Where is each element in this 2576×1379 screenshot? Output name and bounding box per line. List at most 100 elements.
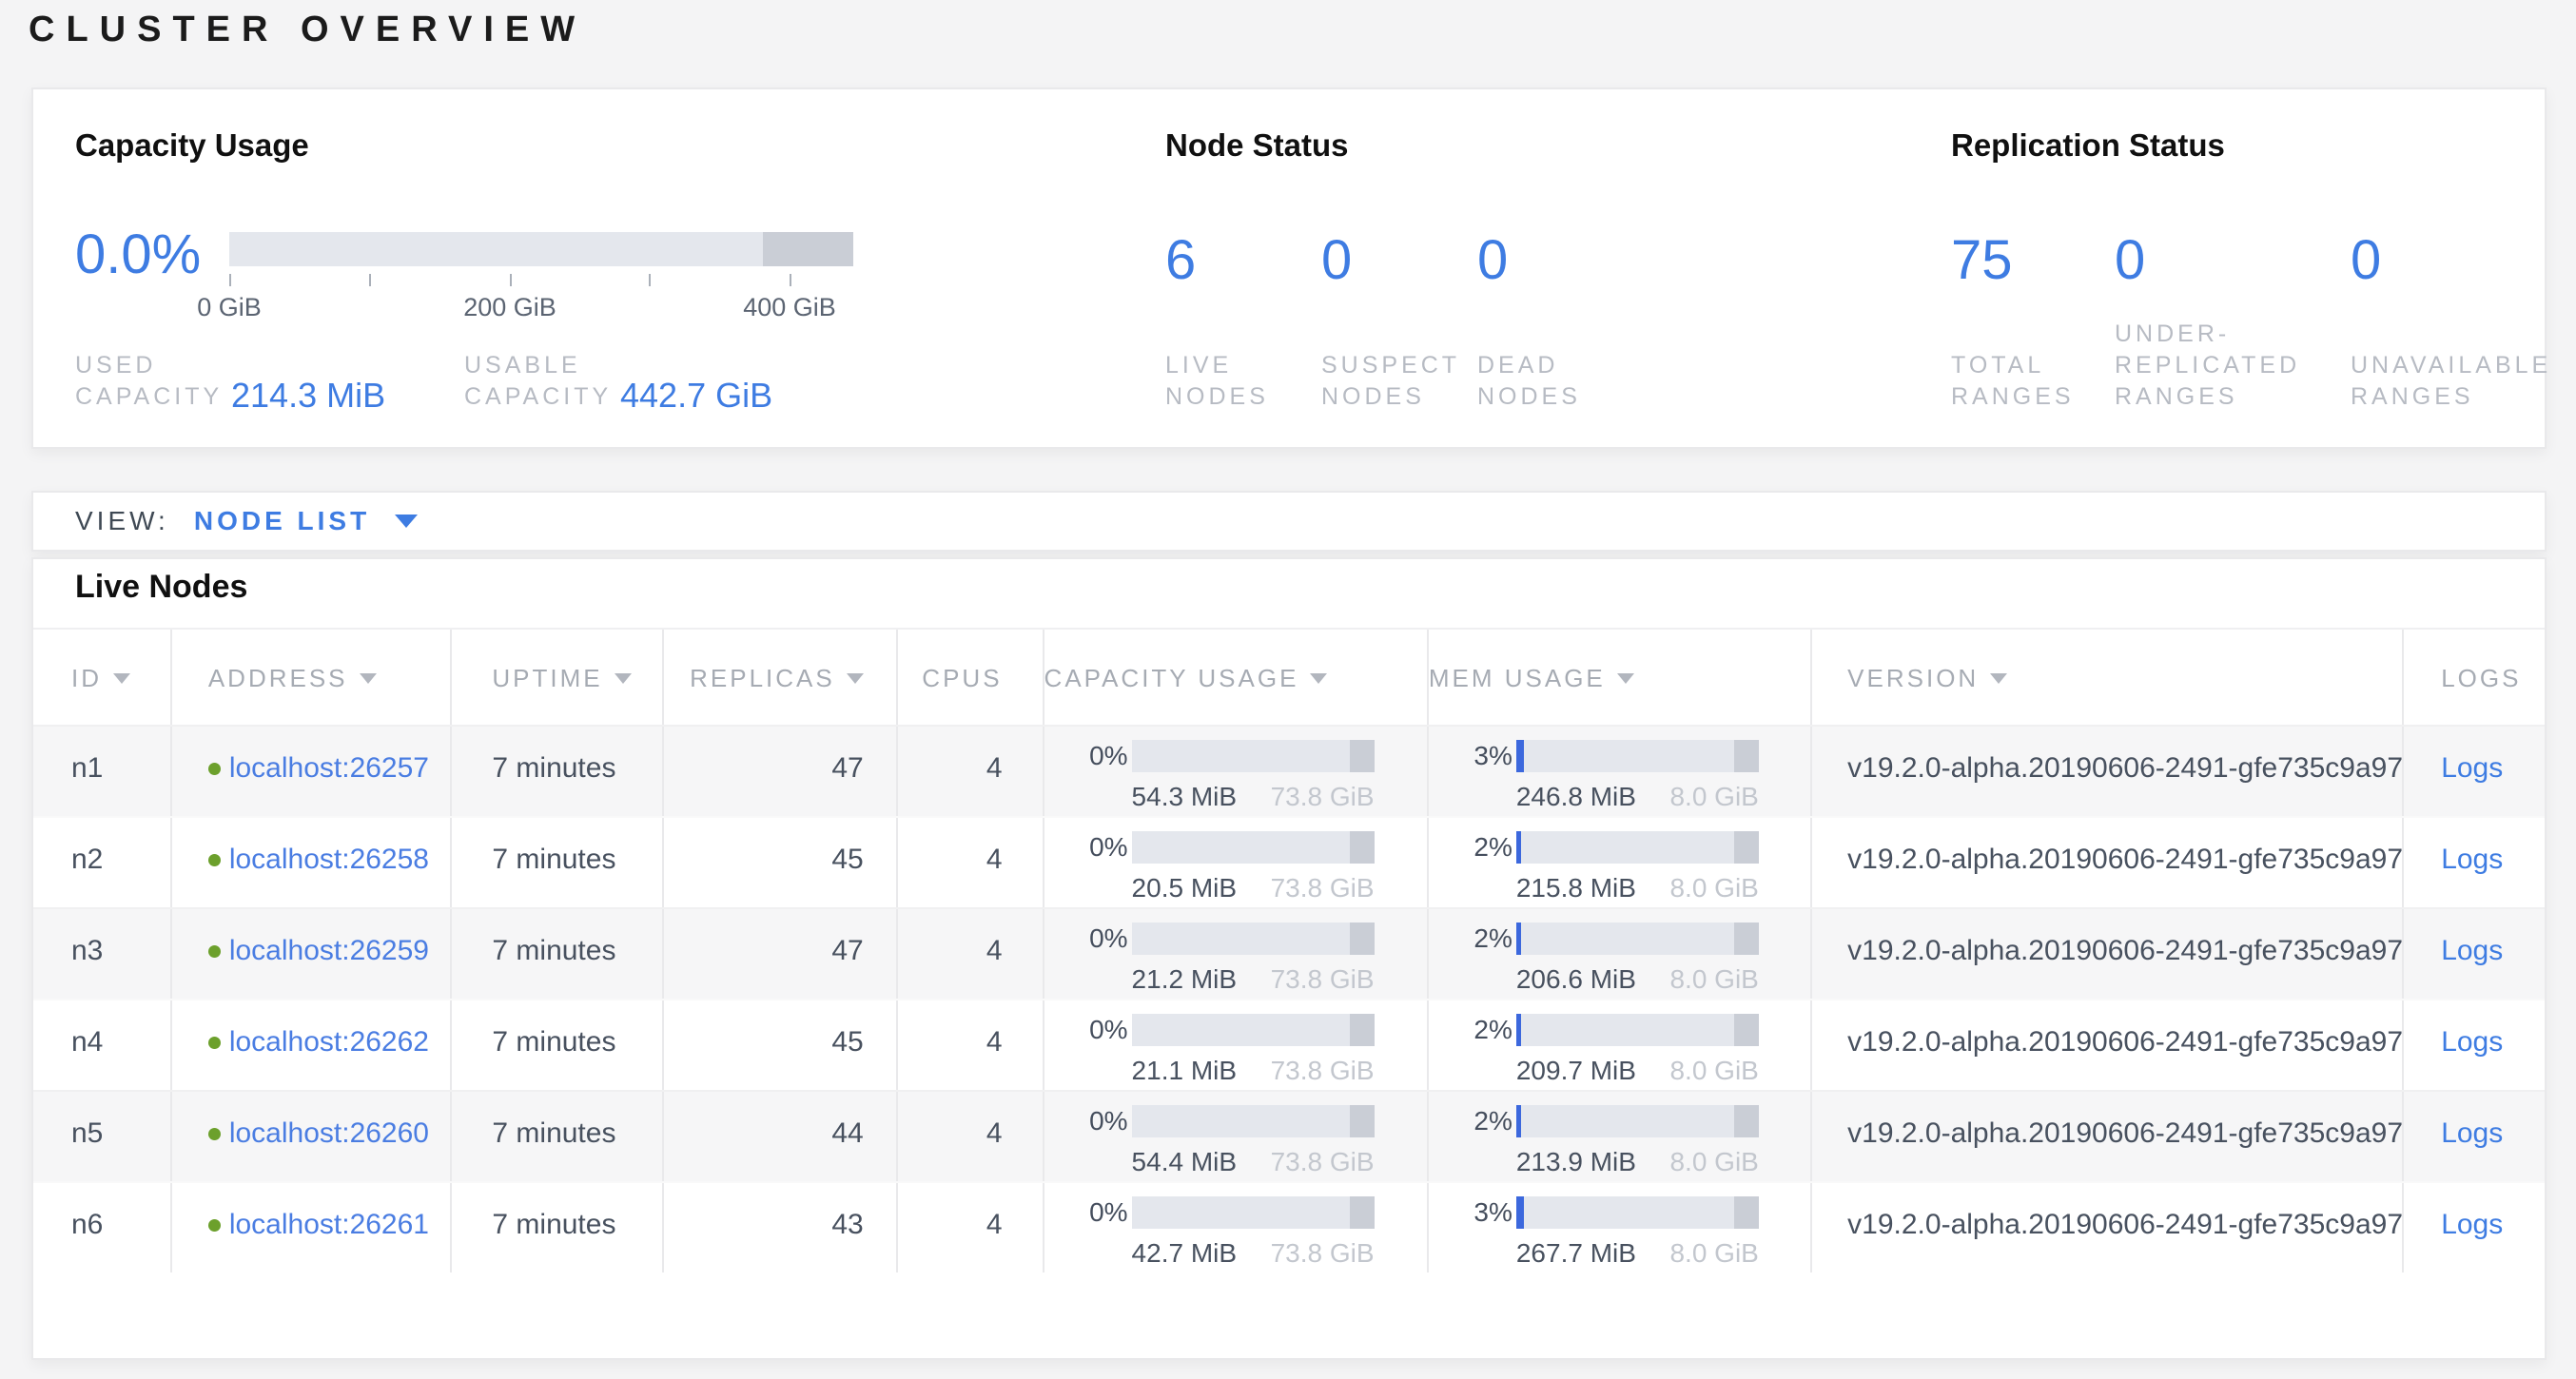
header-cell-mem-usage[interactable]: MEM USAGE bbox=[1427, 630, 1810, 727]
usage-used-value: 267.7 MiB bbox=[1516, 1239, 1636, 1268]
usage-bar-wrap: 206.6 MiB8.0 GiB bbox=[1516, 923, 1759, 999]
usage-values: 213.9 MiB8.0 GiB bbox=[1516, 1148, 1759, 1176]
usage-used-value: 215.8 MiB bbox=[1516, 874, 1636, 903]
view-selector-bar: VIEW: NODE LIST bbox=[31, 491, 2547, 552]
header-label: ADDRESS bbox=[208, 664, 348, 693]
capacity-usage-cell: 0%54.3 MiB73.8 GiB bbox=[1043, 727, 1427, 816]
usage-bar bbox=[1132, 1196, 1375, 1229]
header-cell-version[interactable]: VERSION bbox=[1810, 630, 2402, 727]
usage-percent: 2% bbox=[1448, 923, 1516, 999]
usage-bar-used-segment bbox=[1516, 740, 1524, 772]
header-cell-capacity-usage[interactable]: CAPACITY USAGE bbox=[1043, 630, 1427, 727]
usage-bar-reserved-segment bbox=[1350, 1014, 1375, 1046]
stat-label: TOTALRANGES bbox=[1951, 350, 2115, 413]
stat-label-line: NODES bbox=[1321, 381, 1477, 413]
capacity-usage-chart: 0 GiB200 GiB400 GiB bbox=[229, 232, 853, 329]
table-row: n1localhost:262577 minutes4740%54.3 MiB7… bbox=[33, 725, 2545, 816]
usage-bar-reserved-segment bbox=[1734, 1014, 1759, 1046]
usage-bar-used-segment bbox=[1516, 831, 1521, 864]
usage-values: 209.7 MiB8.0 GiB bbox=[1516, 1057, 1759, 1085]
cell-id: n2 bbox=[33, 818, 170, 907]
sort-desc-icon bbox=[847, 673, 864, 684]
address-link[interactable]: localhost:26261 bbox=[229, 1209, 429, 1240]
address-link[interactable]: localhost:26258 bbox=[229, 844, 429, 875]
usage-percent: 0% bbox=[1064, 1014, 1132, 1090]
cell-cpus: 4 bbox=[896, 818, 1043, 907]
header-cell-uptime[interactable]: UPTIME bbox=[450, 630, 662, 727]
usage-bar-wrap: 267.7 MiB8.0 GiB bbox=[1516, 1196, 1759, 1272]
usage-bar-wrap: 215.8 MiB 8.0 GiB bbox=[1516, 831, 1759, 907]
capacity-usage-cell: 0%42.7 MiB73.8 GiB bbox=[1043, 1183, 1427, 1272]
stat-label-line: CAPACITY bbox=[464, 381, 620, 413]
usage-percent: 2% bbox=[1448, 831, 1516, 907]
stat-label-line: UNDER- bbox=[2115, 319, 2351, 350]
cell-version: v19.2.0-alpha.20190606-2491-gfe735c9a97 bbox=[1810, 727, 2402, 816]
cell-logs: Logs bbox=[2402, 727, 2545, 816]
usage-bar-reserved-segment bbox=[1734, 1105, 1759, 1137]
usage-used-value: 213.9 MiB bbox=[1516, 1148, 1636, 1176]
address-link[interactable]: localhost:26257 bbox=[229, 752, 429, 784]
cell-version: v19.2.0-alpha.20190606-2491-gfe735c9a97 bbox=[1810, 1183, 2402, 1272]
logs-link[interactable]: Logs bbox=[2441, 752, 2503, 784]
node-status-title: Node Status bbox=[1165, 127, 1349, 164]
table-row: n6localhost:262617 minutes4340%42.7 MiB7… bbox=[33, 1181, 2545, 1272]
stat: 0UNDER-REPLICATEDRANGES bbox=[2115, 232, 2351, 413]
stat: 6LIVENODES bbox=[1165, 232, 1321, 413]
cell-version: v19.2.0-alpha.20190606-2491-gfe735c9a97 bbox=[1810, 909, 2402, 999]
table-body: n1localhost:262577 minutes4740%54.3 MiB7… bbox=[33, 725, 2545, 1272]
header-label: LOGS bbox=[2441, 664, 2521, 693]
live-nodes-card: Live Nodes IDADDRESSUPTIMEREPLICASCPUSCA… bbox=[31, 557, 2547, 1360]
usage-bar-wrap: 42.7 MiB73.8 GiB bbox=[1132, 1196, 1375, 1272]
usage-bar-used-segment bbox=[1516, 1014, 1521, 1046]
stat-label: LIVENODES bbox=[1165, 350, 1321, 413]
chevron-down-icon[interactable] bbox=[395, 515, 418, 528]
usage-used-value: 20.5 MiB bbox=[1132, 874, 1238, 903]
stat-label: SUSPECTNODES bbox=[1321, 350, 1477, 413]
table-row: n2localhost:262587 minutes4540%20.5 MiB7… bbox=[33, 816, 2545, 907]
header-cell-address[interactable]: ADDRESS bbox=[170, 630, 451, 727]
usage-values: 21.1 MiB73.8 GiB bbox=[1132, 1057, 1375, 1085]
usage-values: 42.7 MiB73.8 GiB bbox=[1132, 1239, 1375, 1268]
stat-label: DEADNODES bbox=[1477, 350, 1633, 413]
stat: 0DEADNODES bbox=[1477, 232, 1633, 413]
usage-used-value: 54.4 MiB bbox=[1132, 1148, 1238, 1176]
sort-desc-icon bbox=[1617, 673, 1634, 684]
view-selector[interactable]: NODE LIST bbox=[194, 506, 370, 536]
logs-link[interactable]: Logs bbox=[2441, 935, 2503, 966]
usage-percent: 2% bbox=[1448, 1105, 1516, 1181]
usage-total-value: 8.0 GiB bbox=[1669, 874, 1758, 903]
cell-replicas: 44 bbox=[662, 1092, 896, 1181]
stat-label-line: RANGES bbox=[2351, 381, 2551, 413]
cell-version: v19.2.0-alpha.20190606-2491-gfe735c9a97 bbox=[1810, 1092, 2402, 1181]
node-health-dot-icon bbox=[208, 1219, 221, 1232]
usage-total-value: 73.8 GiB bbox=[1271, 1148, 1375, 1176]
header-cell-replicas[interactable]: REPLICAS bbox=[662, 630, 896, 727]
cell-replicas: 47 bbox=[662, 727, 896, 816]
logs-link[interactable]: Logs bbox=[2441, 1026, 2503, 1058]
usage-bar bbox=[1132, 1105, 1375, 1137]
header-cell-id[interactable]: ID bbox=[33, 630, 170, 727]
usage-total-value: 8.0 GiB bbox=[1669, 1057, 1758, 1085]
usage-bar bbox=[1132, 1014, 1375, 1046]
logs-link[interactable]: Logs bbox=[2441, 1209, 2503, 1240]
usage-bar bbox=[1516, 923, 1759, 955]
stat-label-line: USABLE bbox=[464, 350, 620, 381]
usage-total-value: 8.0 GiB bbox=[1669, 965, 1758, 994]
cell-replicas: 47 bbox=[662, 909, 896, 999]
stat-label-line: CAPACITY bbox=[75, 381, 231, 413]
logs-link[interactable]: Logs bbox=[2441, 844, 2503, 875]
address-link[interactable]: localhost:26262 bbox=[229, 1026, 429, 1058]
sort-desc-icon bbox=[113, 673, 130, 684]
replication-status-stats: 75TOTALRANGES0UNDER-REPLICATEDRANGES0UNA… bbox=[1951, 232, 2551, 413]
address-link[interactable]: localhost:26260 bbox=[229, 1117, 429, 1149]
node-status-stats: 6LIVENODES0SUSPECTNODES0DEADNODES bbox=[1165, 232, 1633, 413]
stat-label-line: NODES bbox=[1477, 381, 1633, 413]
capacity-usage-cell: 0%21.1 MiB73.8 GiB bbox=[1043, 1000, 1427, 1090]
usage-bar-reserved-segment bbox=[1734, 740, 1759, 772]
mem-usage-cell: 2%206.6 MiB8.0 GiB bbox=[1427, 909, 1810, 999]
axis-tick-label: 0 GiB bbox=[144, 293, 315, 322]
logs-link[interactable]: Logs bbox=[2441, 1117, 2503, 1149]
usage-bar-wrap: 54.3 MiB73.8 GiB bbox=[1132, 740, 1375, 816]
usage-percent: 3% bbox=[1448, 1196, 1516, 1272]
address-link[interactable]: localhost:26259 bbox=[229, 935, 429, 966]
